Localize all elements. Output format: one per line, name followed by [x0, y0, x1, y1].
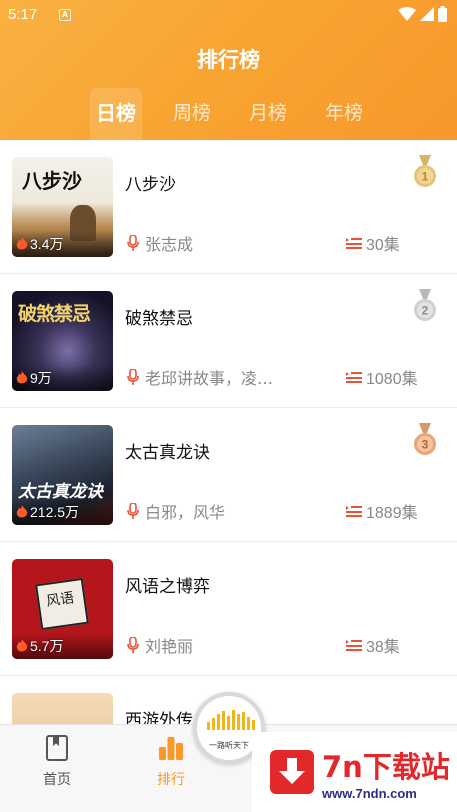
watermark-url: www.7ndn.com [322, 786, 417, 801]
book-cover[interactable]: 八步沙 3.4万 [12, 157, 113, 257]
player-label: 一路听天下 [209, 741, 249, 750]
play-count-text: 5.7万 [30, 638, 64, 654]
author-name: 刘艳丽 [145, 637, 194, 656]
book-cover[interactable]: 太古真龙诀 212.5万 [12, 425, 113, 525]
list-item[interactable]: 破煞禁忌 9万 破煞禁忌 老邱讲故事，凌… 1080集 2 [0, 274, 457, 408]
play-count: 3.4万 [16, 234, 63, 254]
tab-daily[interactable]: 日榜 [90, 88, 142, 140]
book-title[interactable]: 西游外传 [125, 706, 193, 724]
play-count: 212.5万 [16, 502, 79, 522]
book-title[interactable]: 破煞禁忌 [125, 304, 193, 329]
list-item[interactable]: 太古真龙诀 212.5万 太古真龙诀 白邪，风华 1889集 3 [0, 408, 457, 542]
episodes: 1080集 [346, 365, 418, 389]
header: 5:17 A 排行榜 日榜 周榜 月榜 年榜 [0, 0, 457, 140]
watermark-title: 7n下载站 [322, 750, 450, 784]
player-disc: 一路听天下 [201, 700, 257, 756]
tab-weekly[interactable]: 周榜 [166, 88, 218, 140]
gold-medal-icon: 1 [414, 155, 436, 187]
book-title[interactable]: 太古真龙诀 [125, 438, 210, 463]
fire-icon [16, 505, 28, 518]
book-title[interactable]: 风语之博弈 [125, 572, 210, 597]
status-time: 5:17 [8, 6, 38, 23]
book-cover[interactable]: 风语 5.7万 [12, 559, 113, 659]
status-bar: 5:17 A [0, 0, 457, 30]
episode-count: 1889集 [366, 505, 418, 522]
author: 刘艳丽 [127, 633, 193, 657]
book-title[interactable]: 八步沙 [125, 170, 176, 195]
period-tabs: 日榜 周榜 月榜 年榜 [0, 88, 457, 140]
author: 老邱讲故事，凌… [127, 365, 273, 389]
cover-title: 八步沙 [22, 169, 82, 193]
author-name: 白邪，风华 [145, 503, 226, 522]
microphone-icon [127, 637, 139, 653]
play-count-text: 212.5万 [30, 504, 80, 520]
nav-rank[interactable]: 排行 [141, 735, 201, 789]
cover-title: 风语 [45, 590, 76, 610]
author-name: 张志成 [145, 235, 194, 254]
play-count-text: 3.4万 [30, 236, 64, 252]
list-icon [346, 238, 362, 249]
wifi-icon [398, 7, 416, 21]
page-title: 排行榜 [197, 48, 260, 72]
bar-chart-icon [159, 737, 183, 760]
list-icon [346, 372, 362, 383]
fire-icon [16, 237, 28, 250]
cover-title: 破煞禁忌 [18, 303, 91, 325]
bronze-medal-icon: 3 [414, 423, 436, 455]
play-count: 9万 [16, 368, 52, 388]
medal-rank: 2 [422, 304, 429, 318]
play-count: 5.7万 [16, 636, 63, 656]
audio-wave-icon [207, 710, 255, 730]
episode-count: 38集 [366, 639, 400, 656]
fire-icon [16, 639, 28, 652]
ranking-list: 八步沙 3.4万 八步沙 张志成 30集 1 破煞禁忌 9万 破煞禁忌 老邱讲故… [0, 140, 457, 724]
episode-count: 1080集 [366, 371, 418, 388]
episodes: 38集 [346, 633, 400, 657]
medal-rank: 3 [422, 438, 429, 452]
list-icon [346, 506, 362, 517]
book-cover[interactable]: 破煞禁忌 9万 [12, 291, 113, 391]
author: 张志成 [127, 231, 193, 255]
author-name: 老邱讲故事，凌… [145, 369, 274, 388]
nav-home-label: 首页 [43, 772, 71, 788]
watermark: 7n下载站 www.7ndn.com [252, 732, 457, 812]
tab-monthly[interactable]: 月榜 [242, 88, 294, 140]
episodes: 1889集 [346, 499, 418, 523]
list-icon [346, 640, 362, 651]
book-icon [46, 735, 68, 761]
tab-yearly[interactable]: 年榜 [318, 88, 370, 140]
nav-home[interactable]: 首页 [27, 735, 87, 789]
episodes: 30集 [346, 231, 400, 255]
battery-icon [438, 6, 447, 22]
book-cover[interactable] [12, 693, 113, 724]
episode-count: 30集 [366, 237, 400, 254]
author: 白邪，风华 [127, 499, 225, 523]
microphone-icon [127, 503, 139, 519]
list-item[interactable]: 八步沙 3.4万 八步沙 张志成 30集 1 [0, 140, 457, 274]
silver-medal-icon: 2 [414, 289, 436, 321]
nav-rank-label: 排行 [157, 772, 185, 788]
microphone-icon [127, 235, 139, 251]
medal-rank: 1 [422, 170, 429, 184]
list-item[interactable]: 风语 5.7万 风语之博弈 刘艳丽 38集 [0, 542, 457, 676]
notification-icon: A [59, 9, 71, 21]
play-count-text: 9万 [30, 370, 52, 386]
fire-icon [16, 371, 28, 384]
download-icon [270, 750, 314, 794]
cellular-icon [420, 7, 434, 21]
microphone-icon [127, 369, 139, 385]
